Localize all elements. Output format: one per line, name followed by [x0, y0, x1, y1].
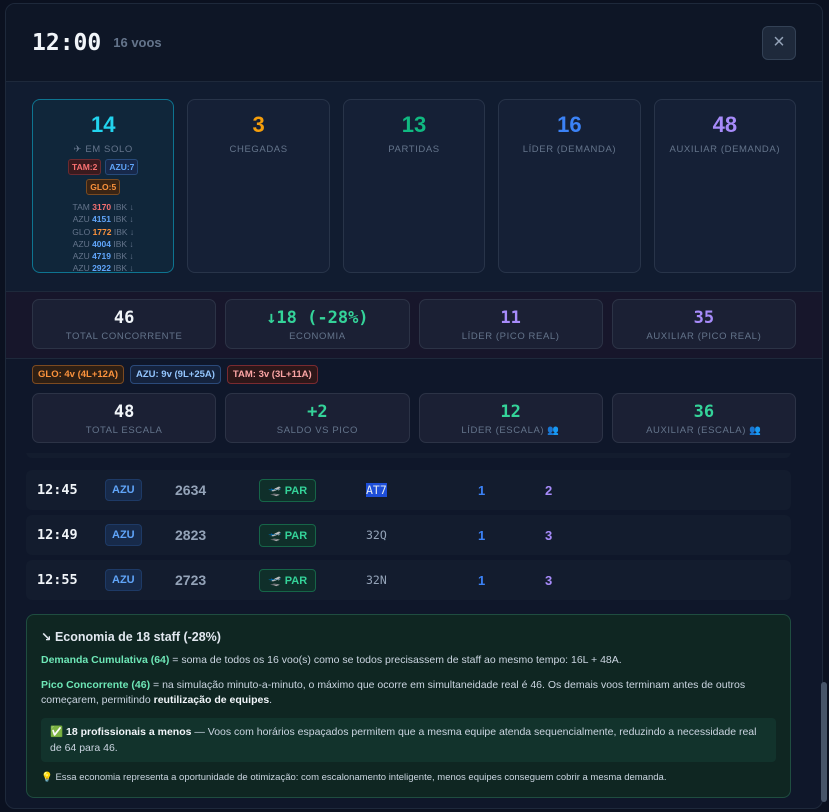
list-item: AZU 4719 IBK ↓ — [72, 251, 134, 262]
card-total-scale: 48 TOTAL ESCALA — [32, 393, 217, 443]
pill-azu: AZU:7 — [105, 159, 139, 175]
list-item: AZU 2922 IBK ↓ — [72, 263, 134, 274]
scrollbar[interactable] — [821, 682, 827, 802]
aircraft-type: 32N — [366, 573, 387, 587]
modal-header: 12:00 16 voos × — [6, 4, 822, 82]
aircraft-type: AT7 — [366, 483, 387, 497]
card-balance: +2 SALDO VS PICO — [225, 393, 410, 443]
card-economy: ↓18 (-28%) ECONOMIA — [225, 299, 410, 349]
flight-count: 16 voos — [113, 35, 162, 50]
card-on-ground[interactable]: 14 ✈ EM SOLO TAM:2 AZU:7 GLO:5 TAM 3170 … — [32, 99, 175, 275]
list-item: AZU 4151 IBK ↓ — [72, 214, 134, 225]
badge-glo: GLO: 4v (4L+12A) — [32, 364, 124, 384]
card-total-concurrent: 46 TOTAL CONCORRENTE — [32, 299, 217, 349]
ground-list: TAM 3170 IBK ↓ AZU 4151 IBK ↓ GLO 1772 I… — [33, 201, 173, 275]
airline-badges: GLO: 4v (4L+12A) AZU: 9v (9L+25A) TAM: 3… — [6, 359, 822, 389]
concurrency-summary: 46 TOTAL CONCORRENTE ↓18 (-28%) ECONOMIA… — [6, 292, 822, 359]
table-row[interactable]: 12:49 AZU 2823 🛫 PAR 32Q 1 3 — [26, 515, 791, 555]
flight-table: 12:45 AZU 2634 🛫 PAR AT7 1 2 12:49 AZU 2… — [26, 453, 791, 603]
departure-tag: 🛫 PAR — [259, 523, 317, 547]
table-row[interactable]: 12:55 AZU 2723 🛫 PAR 32N 1 3 — [26, 560, 791, 600]
list-item: TAM 3170 IBK ↓ — [72, 202, 134, 212]
demand-summary: 14 ✈ EM SOLO TAM:2 AZU:7 GLO:5 TAM 3170 … — [6, 82, 822, 292]
cumulative-demand-text: Demanda Cumulativa (64) = soma de todos … — [41, 654, 622, 666]
card-departures[interactable]: 13 PARTIDAS — [342, 99, 486, 273]
close-button[interactable]: × — [762, 25, 796, 60]
card-arrivals[interactable]: 3 CHEGADAS — [187, 99, 330, 273]
airline-tag: AZU — [105, 524, 142, 546]
table-row[interactable]: 12:45 AZU 2634 🛫 PAR AT7 1 2 — [26, 470, 791, 510]
savings-callout: ✅ 18 profissionais a menos — Voos com ho… — [41, 717, 776, 762]
badge-tam: TAM: 3v (3L+11A) — [226, 364, 318, 384]
tip-text: 💡 Essa economia representa a oportunidad… — [41, 771, 667, 783]
table-row[interactable] — [26, 453, 791, 458]
badge-azu: AZU: 9v (9L+25A) — [129, 364, 221, 384]
economy-panel: ↘ Economia de 18 staff (-28%) Demanda Cu… — [26, 614, 791, 798]
card-aux-scale: 36 AUXILIAR (ESCALA) 👥 — [611, 393, 796, 443]
list-item: AZU 4004 IBK ↓ — [72, 238, 134, 249]
card-aux-peak: 35 AUXILIAR (PICO REAL) — [611, 299, 796, 349]
card-leader-scale: 12 LÍDER (ESCALA) 👥 — [418, 393, 603, 443]
card-aux-demand[interactable]: 48 AUXILIAR (DEMANDA) — [653, 99, 797, 273]
peak-text: Pico Concorrente (46) = na simulação min… — [41, 678, 746, 707]
departure-tag: 🛫 PAR — [259, 478, 317, 502]
card-leader-demand[interactable]: 16 LÍDER (DEMANDA) — [498, 99, 641, 273]
aircraft-type: 32Q — [366, 528, 387, 542]
card-leader-peak: 11 LÍDER (PICO REAL) — [418, 299, 603, 349]
economy-title: ↘ Economia de 18 staff (-28%) — [41, 630, 221, 644]
airline-tag: AZU — [105, 479, 142, 501]
scale-summary: 48 TOTAL ESCALA +2 SALDO VS PICO 12 LÍDE… — [6, 389, 822, 449]
list-item: GLO 1772 IBK ↓ — [72, 226, 135, 237]
pill-tam: TAM:2 — [68, 159, 102, 175]
departure-tag: 🛫 PAR — [259, 568, 317, 592]
pill-glo: GLO:5 — [86, 179, 121, 195]
slot-time: 12:00 — [32, 29, 102, 56]
airline-tag: AZU — [105, 569, 142, 591]
